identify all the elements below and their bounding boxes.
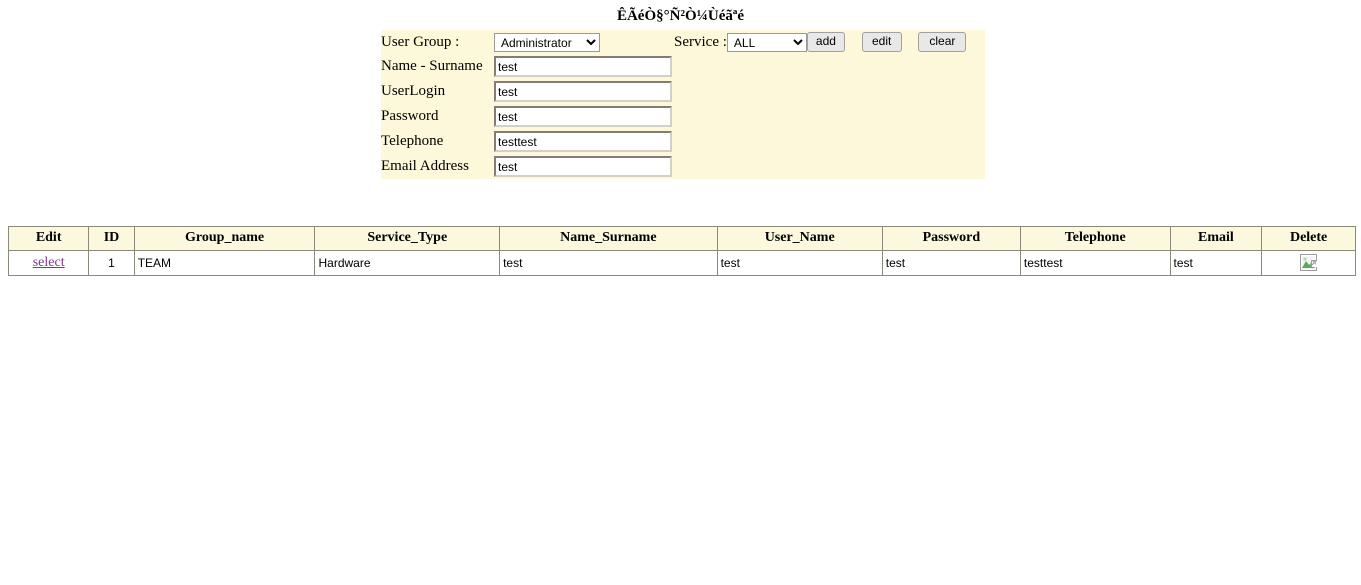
- form-row-email: Email Address: [381, 154, 966, 179]
- cell-service-type: Hardware: [314, 250, 501, 276]
- cell-id: 1: [88, 250, 135, 276]
- column-header-delete: Delete: [1261, 226, 1356, 251]
- form-row-user-group: User Group : Administrator Service : ALL…: [381, 30, 967, 54]
- user-group-label: User Group :: [381, 33, 460, 50]
- table-header-row: Edit ID Group_name Service_Type Name_Sur…: [7, 226, 1356, 251]
- name-surname-input[interactable]: [494, 56, 672, 78]
- service-select[interactable]: ALL: [726, 32, 807, 52]
- name-surname-label: Name - Surname: [381, 58, 483, 75]
- email-input[interactable]: [494, 156, 672, 178]
- userlogin-field-cell: [494, 79, 966, 104]
- users-grid-header: Edit ID Group_name Service_Type Name_Sur…: [7, 226, 1356, 251]
- cell-edit: select: [7, 250, 90, 276]
- form-row-password: Password: [381, 104, 966, 129]
- userlogin-label: UserLogin: [381, 83, 446, 100]
- column-header-id: ID: [88, 226, 135, 251]
- user-group-select[interactable]: Administrator: [494, 32, 600, 52]
- cell-delete[interactable]: [1261, 250, 1356, 276]
- select-link[interactable]: select: [33, 255, 65, 270]
- clear-button[interactable]: clear: [918, 32, 967, 53]
- column-header-group-name: Group_name: [133, 226, 316, 251]
- telephone-input[interactable]: [494, 131, 672, 153]
- user-form-panel: User Group : Administrator Service : ALL…: [381, 30, 985, 180]
- form-row-name-surname: Name - Surname: [381, 54, 966, 79]
- broken-image-icon[interactable]: [1300, 254, 1318, 271]
- telephone-label: Telephone: [381, 133, 444, 150]
- service-label: Service :: [674, 33, 727, 50]
- column-header-user-name: User_Name: [716, 226, 883, 251]
- name-surname-field-cell: [494, 54, 966, 79]
- cell-name-surname: test: [499, 250, 718, 276]
- email-label: Email Address: [381, 158, 469, 175]
- add-button[interactable]: add: [806, 32, 845, 53]
- column-header-email: Email: [1169, 226, 1263, 251]
- email-field-cell: [494, 154, 966, 179]
- users-grid: Edit ID Group_name Service_Type Name_Sur…: [7, 226, 1356, 276]
- user-form-table: User Group : Administrator Service : ALL…: [381, 30, 967, 179]
- cell-email: test: [1169, 250, 1263, 276]
- column-header-telephone: Telephone: [1019, 226, 1171, 251]
- cell-group-name: TEAM: [133, 250, 316, 276]
- form-buttons-cell: add edit clear: [806, 30, 967, 54]
- edit-button[interactable]: edit: [861, 32, 902, 53]
- column-header-name-surname: Name_Surname: [499, 226, 718, 251]
- service-field-cell: ALL: [726, 30, 807, 54]
- users-grid-container: Edit ID Group_name Service_Type Name_Sur…: [7, 226, 1356, 276]
- userlogin-input[interactable]: [494, 81, 672, 103]
- cell-user-name: test: [716, 250, 883, 276]
- column-header-edit: Edit: [7, 226, 90, 251]
- password-label: Password: [381, 108, 439, 125]
- password-input[interactable]: [494, 106, 672, 128]
- cell-telephone: testtest: [1019, 250, 1171, 276]
- user-group-field-cell: Administrator: [494, 30, 674, 54]
- column-header-password: Password: [881, 226, 1021, 251]
- form-row-telephone: Telephone: [381, 129, 966, 154]
- column-header-service-type: Service_Type: [314, 226, 501, 251]
- cell-password: test: [881, 250, 1021, 276]
- table-row: select 1 TEAM Hardware test test test te…: [7, 250, 1356, 276]
- users-grid-body: select 1 TEAM Hardware test test test te…: [7, 250, 1356, 276]
- page-title: ÊÃéÒ§°Ñ²Ò¼Ùéãªé: [616, 8, 745, 24]
- form-row-userlogin: UserLogin: [381, 79, 966, 104]
- password-field-cell: [494, 104, 966, 129]
- telephone-field-cell: [494, 129, 966, 154]
